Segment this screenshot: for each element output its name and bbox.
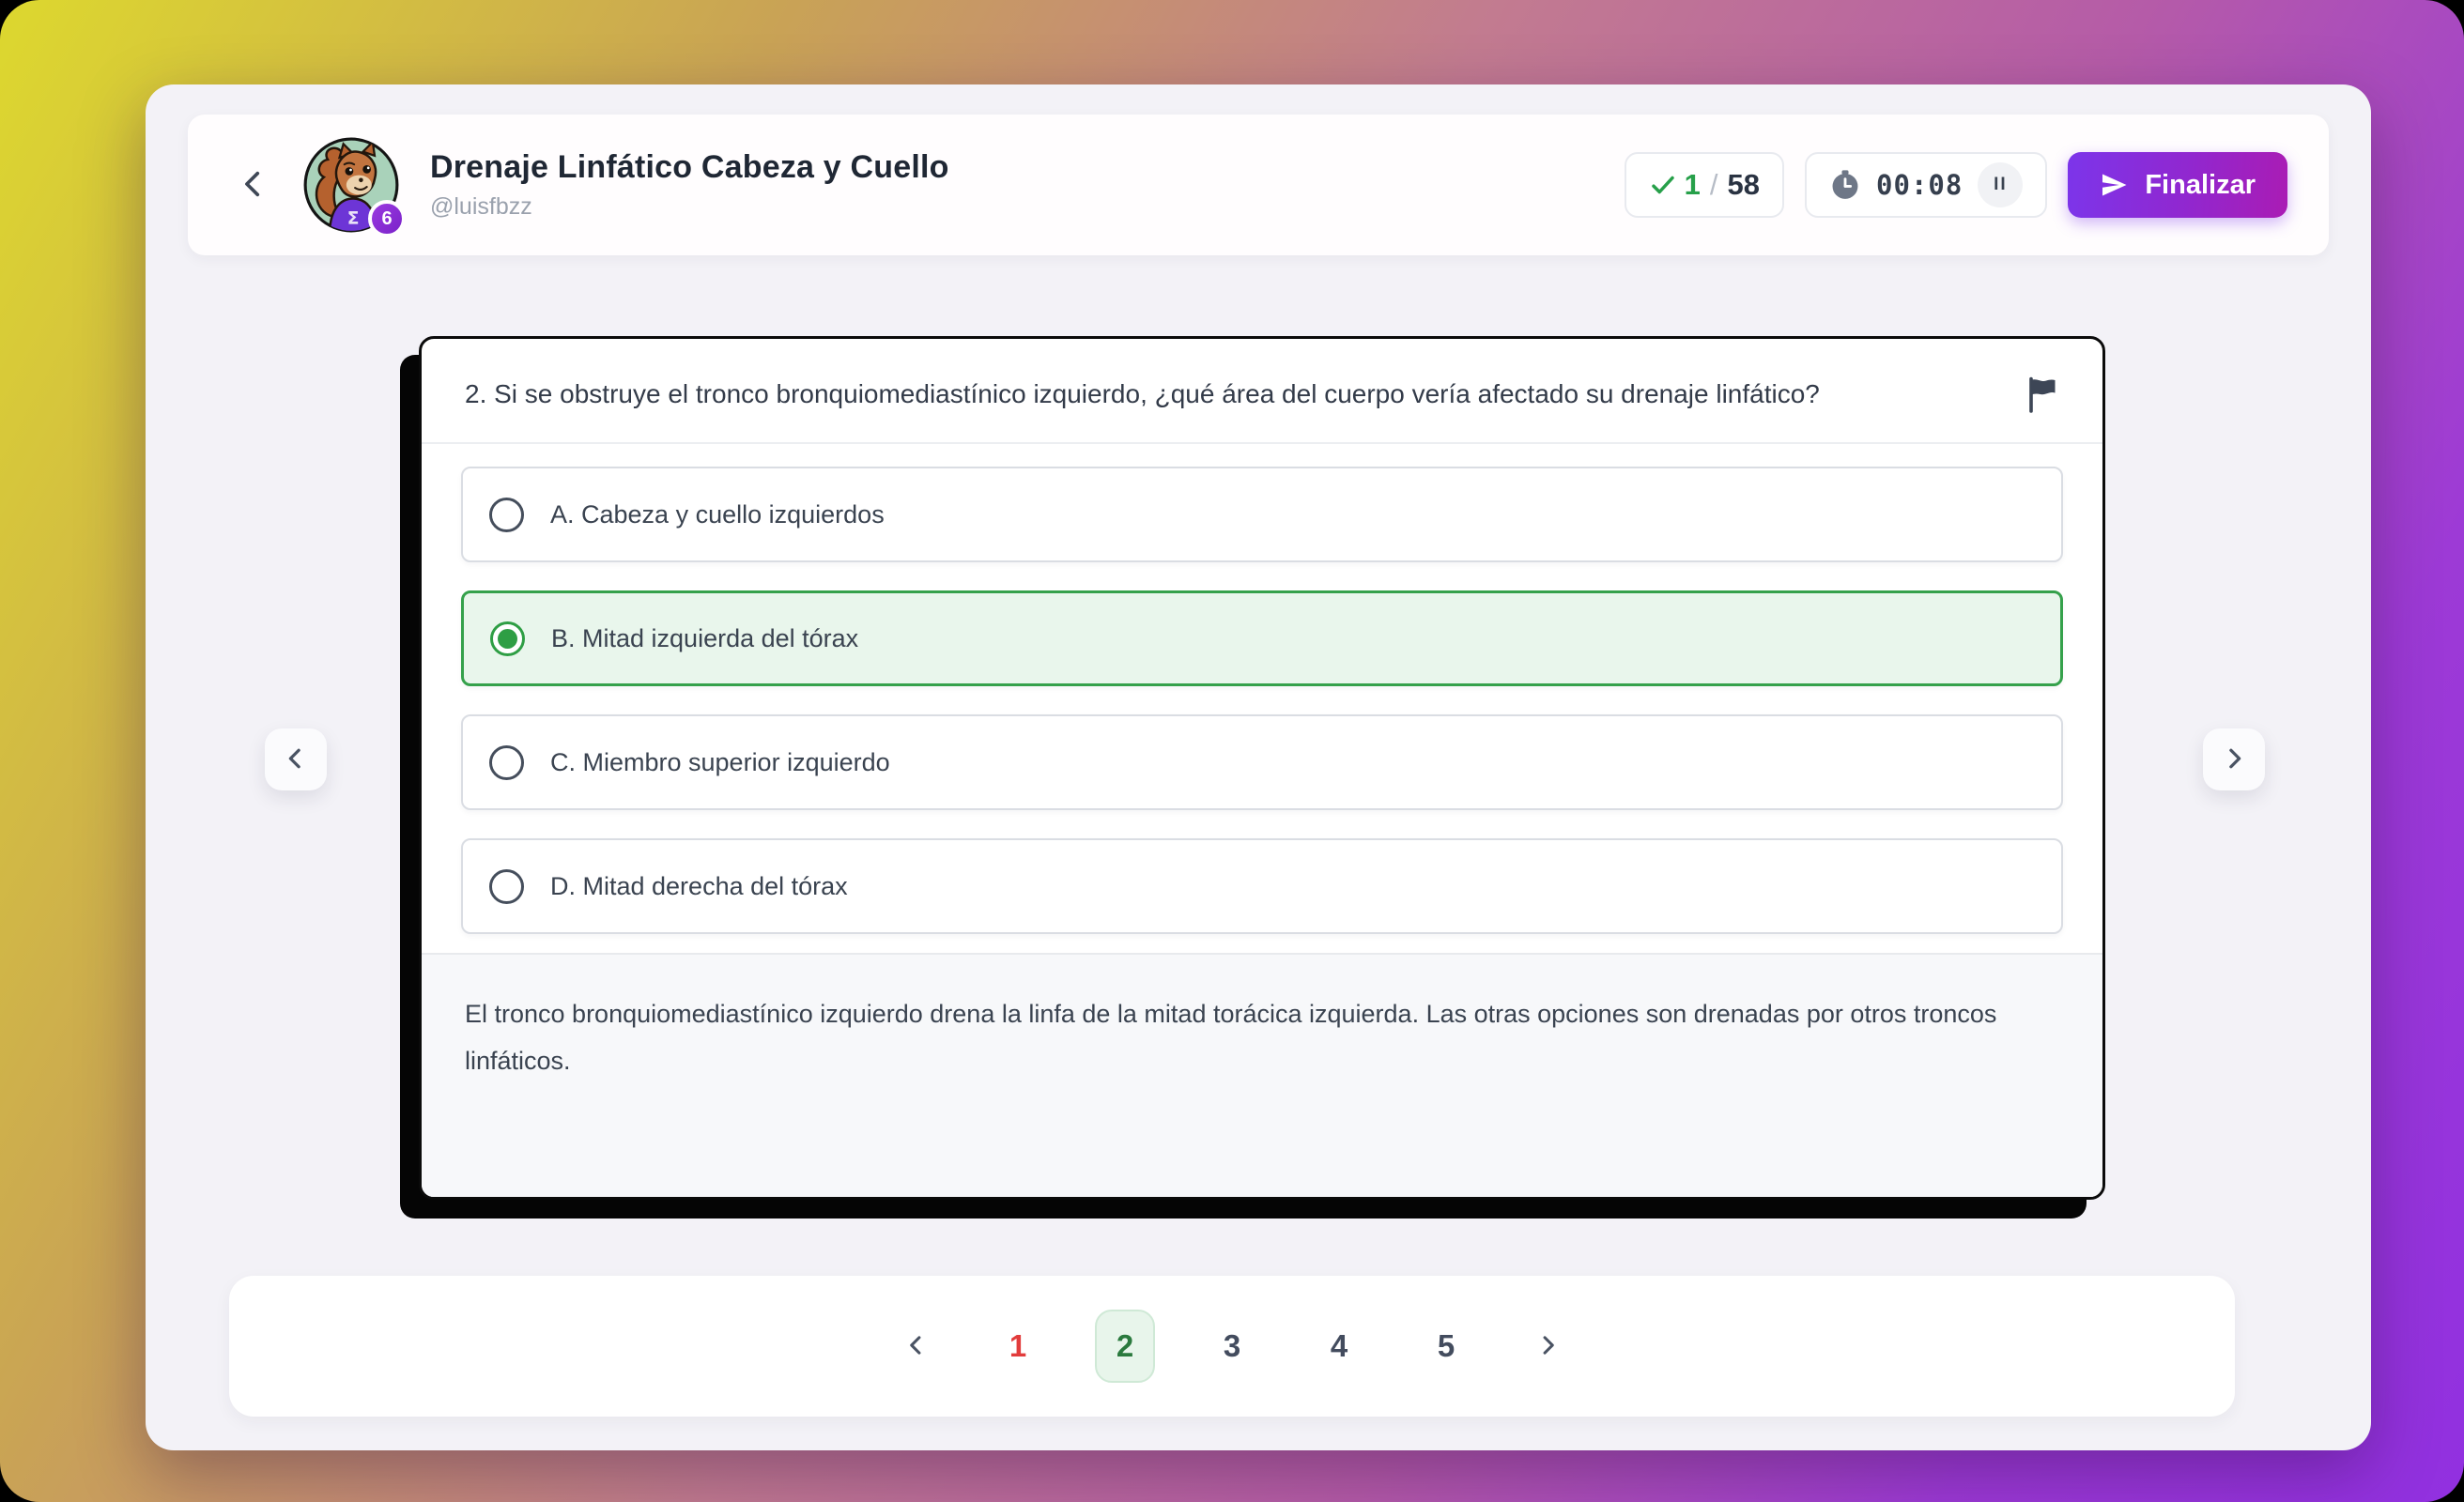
avatar[interactable]: Σ (302, 136, 400, 234)
send-icon (2100, 171, 2128, 199)
title-block: Drenaje Linfático Cabeza y Cuello @luisf… (430, 149, 949, 221)
quiz-author-handle: @luisfbzz (430, 193, 949, 221)
page-button-5[interactable]: 5 (1416, 1310, 1476, 1383)
progress-pill: 1 / 58 (1625, 152, 1784, 218)
page-button-4[interactable]: 4 (1309, 1310, 1369, 1383)
question-text: 2. Si se obstruye el tronco bronquiomedi… (465, 371, 2025, 418)
options-list: A. Cabeza y cuello izquierdos B. Mitad i… (422, 444, 2102, 953)
radio-option-b[interactable] (490, 621, 525, 656)
option-c-label: C. Miembro superior izquierdo (550, 748, 890, 777)
clock-icon (1829, 169, 1861, 201)
timer-value: 00:08 (1876, 169, 1963, 201)
flag-question-button[interactable] (2025, 375, 2059, 416)
finish-button-label: Finalizar (2145, 170, 2256, 201)
pagination-next-button[interactable] (1523, 1322, 1572, 1371)
option-b[interactable]: B. Mitad izquierda del tórax (461, 590, 2063, 686)
desktop-background: Σ (0, 0, 2464, 1502)
page-button-1[interactable]: 1 (988, 1310, 1048, 1383)
chevron-left-icon (238, 168, 270, 203)
radio-option-c[interactable] (489, 745, 524, 780)
chevron-right-icon (1534, 1332, 1561, 1361)
option-a[interactable]: A. Cabeza y cuello izquierdos (461, 467, 2063, 562)
level-badge: 6 (368, 200, 406, 238)
finish-button[interactable]: Finalizar (2068, 152, 2287, 218)
option-a-label: A. Cabeza y cuello izquierdos (550, 500, 885, 529)
progress-separator: / (1708, 168, 1720, 202)
chevron-left-icon (282, 744, 310, 775)
pagination-bar: 1 2 3 4 5 (229, 1276, 2235, 1417)
next-question-button[interactable] (2203, 728, 2265, 790)
question-card: 2. Si se obstruye el tronco bronquiomedi… (419, 336, 2105, 1200)
back-button[interactable] (229, 161, 278, 209)
pause-button[interactable]: II (1978, 162, 2023, 207)
prev-question-button[interactable] (265, 728, 327, 790)
explanation-text: El tronco bronquiomediastínico izquierdo… (465, 990, 2059, 1084)
flag-icon (2025, 402, 2059, 416)
chevron-left-icon (903, 1332, 930, 1361)
chevron-right-icon (2220, 744, 2248, 775)
explanation-panel: El tronco bronquiomediastínico izquierdo… (422, 953, 2102, 1197)
option-b-label: B. Mitad izquierda del tórax (551, 624, 858, 653)
option-d[interactable]: D. Mitad derecha del tórax (461, 838, 2063, 934)
radio-option-a[interactable] (489, 498, 524, 532)
svg-text:Σ: Σ (347, 209, 360, 229)
progress-current: 1 (1685, 168, 1701, 202)
page-button-2[interactable]: 2 (1095, 1310, 1155, 1383)
quiz-app-window: Σ (146, 84, 2371, 1450)
question-header: 2. Si se obstruye el tronco bronquiomedi… (422, 339, 2102, 442)
quiz-title: Drenaje Linfático Cabeza y Cuello (430, 149, 949, 186)
page-button-3[interactable]: 3 (1202, 1310, 1262, 1383)
timer-pill: 00:08 II (1805, 152, 2047, 218)
radio-option-d[interactable] (489, 869, 524, 904)
pagination-prev-button[interactable] (892, 1322, 941, 1371)
progress-total: 58 (1728, 168, 1760, 202)
quiz-header: Σ (188, 115, 2329, 255)
check-icon (1649, 171, 1677, 199)
pause-icon: II (1994, 175, 2008, 195)
option-c[interactable]: C. Miembro superior izquierdo (461, 714, 2063, 810)
option-d-label: D. Mitad derecha del tórax (550, 872, 848, 901)
